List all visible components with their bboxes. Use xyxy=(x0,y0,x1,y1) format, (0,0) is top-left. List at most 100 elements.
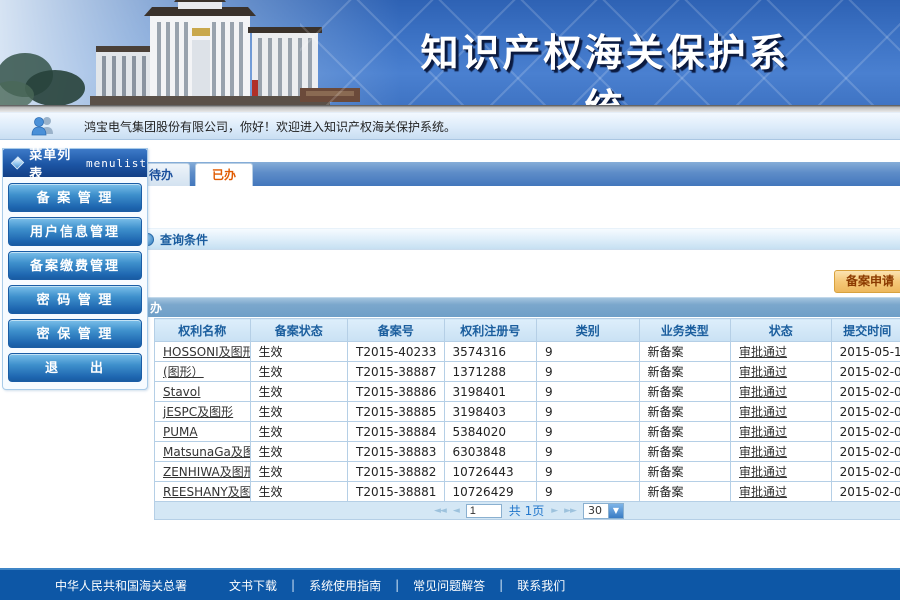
footer: 中华人民共和国海关总署 文书下载 | 系统使用指南 | 常见问题解答 | 联系我… xyxy=(0,568,900,600)
column-header: 类别 xyxy=(537,319,640,342)
table-cell: 10726429 xyxy=(444,482,536,502)
footer-link-customs-administration[interactable]: 中华人民共和国海关总署 xyxy=(55,577,187,594)
table-cell: 新备案 xyxy=(639,362,730,382)
table-cell: 新备案 xyxy=(639,462,730,482)
table-cell: T2015-40233 xyxy=(348,342,445,362)
table-cell: 2015-02-03 xyxy=(831,462,900,482)
column-header: 状态 xyxy=(731,319,832,342)
right-name-link[interactable]: MatsunaGa及图形 xyxy=(163,445,250,459)
table-cell: T2015-38883 xyxy=(348,442,445,462)
sidebar-item-security-management[interactable]: 密 保 管 理 xyxy=(8,319,142,348)
table-cell: 审批通过 xyxy=(731,402,832,422)
results-table: 权利名称备案状态备案号权利注册号类别业务类型状态提交时间 HOSSONI及图形生… xyxy=(154,318,900,502)
table-row: jESPC及图形生效T2015-3888531984039新备案审批通过2015… xyxy=(155,402,900,422)
table-cell: T2015-38882 xyxy=(348,462,445,482)
status-link[interactable]: 审批通过 xyxy=(739,465,787,479)
table-cell: MatsunaGa及图形 xyxy=(155,442,251,462)
footer-link-faq[interactable]: 常见问题解答 xyxy=(413,577,485,594)
table-cell: 1371288 xyxy=(444,362,536,382)
app-header: 知识产权海关保护系统 xyxy=(0,0,900,105)
sidebar-item-password-management[interactable]: 密 码 管 理 xyxy=(8,285,142,314)
footer-link-document-download[interactable]: 文书下载 xyxy=(229,577,277,594)
right-name-link[interactable]: ZENHIWA及图形 xyxy=(163,465,250,479)
section-title-band: 办 xyxy=(148,297,900,317)
tab-pending[interactable]: 待办 xyxy=(148,163,190,186)
table-cell: 9 xyxy=(537,402,640,422)
table-cell: 5384020 xyxy=(444,422,536,442)
footer-separator: | xyxy=(499,578,503,592)
right-name-link[interactable]: (图形） xyxy=(163,365,204,379)
table-cell: 生效 xyxy=(250,442,348,462)
table-cell: 审批通过 xyxy=(731,382,832,402)
right-name-link[interactable]: PUMA xyxy=(163,425,198,439)
sidebar-item-record-payment-management[interactable]: 备案缴费管理 xyxy=(8,251,142,280)
table-cell: jESPC及图形 xyxy=(155,402,251,422)
table-cell: 审批通过 xyxy=(731,482,832,502)
column-header: 权利注册号 xyxy=(444,319,536,342)
header-divider xyxy=(0,105,900,112)
next-page-icon[interactable]: ► xyxy=(551,506,557,516)
welcome-bar: 鸿宝电气集团股份有限公司，你好！欢迎进入知识产权海关保护系统。 xyxy=(0,112,900,140)
table-cell: ZENHIWA及图形 xyxy=(155,462,251,482)
right-name-link[interactable]: HOSSONI及图形 xyxy=(163,345,250,359)
column-header: 备案号 xyxy=(348,319,445,342)
status-link[interactable]: 审批通过 xyxy=(739,445,787,459)
table-cell: 生效 xyxy=(250,342,348,362)
section-title: 办 xyxy=(150,301,162,315)
table-cell: HOSSONI及图形 xyxy=(155,342,251,362)
right-name-link[interactable]: REESHANY及图形 xyxy=(163,485,250,499)
page-title: 知识产权海关保护系统 xyxy=(405,22,805,105)
users-icon xyxy=(30,116,56,136)
table-cell: 生效 xyxy=(250,462,348,482)
total-pages-label: 共 1页 xyxy=(509,502,544,519)
footer-link-contact-us[interactable]: 联系我们 xyxy=(517,577,565,594)
table-cell: 2015-02-03 xyxy=(831,422,900,442)
pagination-bar: ◄◄ ◄ 共 1页 ► ►► 30 ▼ xyxy=(154,502,900,520)
table-cell: T2015-38885 xyxy=(348,402,445,422)
right-name-link[interactable]: Stavol xyxy=(163,385,200,399)
table-cell: 10726443 xyxy=(444,462,536,482)
table-cell: 2015-02-04 xyxy=(831,402,900,422)
table-row: (图形）生效T2015-3888713712889新备案审批通过2015-02-… xyxy=(155,362,900,382)
sidebar-item-logout[interactable]: 退 出 xyxy=(8,353,142,382)
tab-completed[interactable]: 已办 xyxy=(195,163,253,186)
status-link[interactable]: 审批通过 xyxy=(739,385,787,399)
footer-separator: | xyxy=(291,578,295,592)
page-number-input[interactable] xyxy=(466,504,502,518)
table-row: Stavol生效T2015-3888631984019新备案审批通过2015-0… xyxy=(155,382,900,402)
last-page-icon[interactable]: ►► xyxy=(564,506,576,516)
previous-page-icon[interactable]: ◄ xyxy=(453,506,459,516)
page-size-value: 30 xyxy=(584,504,608,517)
column-header: 权利名称 xyxy=(155,319,251,342)
status-link[interactable]: 审批通过 xyxy=(739,405,787,419)
table-cell: 新备案 xyxy=(639,382,730,402)
first-page-icon[interactable]: ◄◄ xyxy=(434,506,446,516)
status-link[interactable]: 审批通过 xyxy=(739,365,787,379)
table-cell: 新备案 xyxy=(639,422,730,442)
table-cell: 2015-05-14 xyxy=(831,342,900,362)
table-cell: T2015-38884 xyxy=(348,422,445,442)
table-cell: REESHANY及图形 xyxy=(155,482,251,502)
table-cell: 9 xyxy=(537,422,640,442)
table-cell: 新备案 xyxy=(639,442,730,462)
table-cell: 3198403 xyxy=(444,402,536,422)
column-header: 提交时间 xyxy=(831,319,900,342)
table-cell: 生效 xyxy=(250,482,348,502)
page-size-select[interactable]: 30 ▼ xyxy=(583,503,624,519)
table-cell: 9 xyxy=(537,362,640,382)
table-cell: 生效 xyxy=(250,382,348,402)
sidebar-menu: 菜单列表 menulist 备 案 管 理 用户信息管理 备案缴费管理 密 码 … xyxy=(2,148,148,390)
table-cell: Stavol xyxy=(155,382,251,402)
record-application-button[interactable]: 备案申请 xyxy=(834,270,900,293)
status-link[interactable]: 审批通过 xyxy=(739,425,787,439)
status-link[interactable]: 审批通过 xyxy=(739,485,787,499)
right-name-link[interactable]: jESPC及图形 xyxy=(163,405,233,419)
status-link[interactable]: 审批通过 xyxy=(739,345,787,359)
footer-link-user-guide[interactable]: 系统使用指南 xyxy=(309,577,381,594)
sidebar-item-user-info-management[interactable]: 用户信息管理 xyxy=(8,217,142,246)
table-cell: 2015-02-03 xyxy=(831,442,900,462)
table-cell: 2015-02-04 xyxy=(831,362,900,382)
table-row: MatsunaGa及图形生效T2015-3888363038489新备案审批通过… xyxy=(155,442,900,462)
bullet-icon xyxy=(148,233,154,246)
sidebar-item-record-management[interactable]: 备 案 管 理 xyxy=(8,183,142,212)
